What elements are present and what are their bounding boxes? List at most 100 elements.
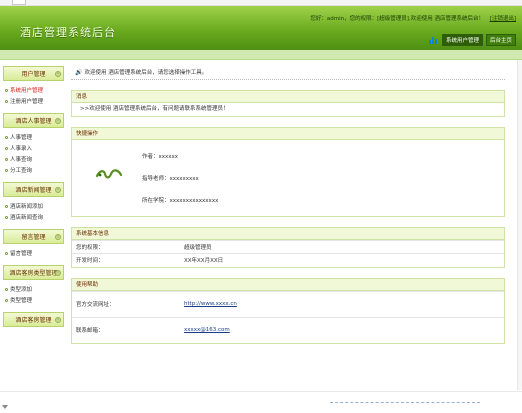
speaker-icon: 🔊 <box>75 69 83 76</box>
tab-home[interactable]: 后台主页 <box>485 34 516 46</box>
bullet-icon <box>5 288 8 291</box>
sidebar-item-type-manage[interactable]: 类型管理 <box>3 296 64 307</box>
sidebar-item-hr-entry[interactable]: 人事录入 <box>3 144 64 155</box>
tab-system-user[interactable]: 系统用户管理 <box>441 34 483 46</box>
sidebar-item-label: 酒店新闻添加 <box>10 204 44 210</box>
email-link[interactable]: xxxxx@163.com <box>184 327 230 333</box>
website-link[interactable]: http://www.xxxx.cn <box>184 301 237 307</box>
sidebar-section-room-types[interactable]: 酒店客房类型管理 ˄ <box>3 265 64 280</box>
section-title: 酒店新闻管理 <box>15 187 52 194</box>
table-row: 联系邮箱： xxxxx@163.com <box>72 316 504 343</box>
section-title: 用户管理 <box>21 71 46 78</box>
sidebar-section-hr[interactable]: 酒店人事管理 ˄ <box>3 113 64 128</box>
tab-stub <box>12 0 26 5</box>
section-title: 酒店客房类型管理 <box>9 270 58 277</box>
sidebar-item-system-users[interactable]: 系统用户管理 <box>3 86 64 97</box>
bullet-icon <box>5 299 8 302</box>
sysinfo-table: 您的权限： 超级管理员 开发时间： XX年XX月XX日 <box>72 240 504 267</box>
panel-title: 系统基本信息 <box>72 228 504 240</box>
sidebar-section-rooms[interactable]: 酒店客房管理 ˄ <box>3 312 64 327</box>
admin-page: 酒店管理系统后台 您好：admin，您的权限：[超级管理员],欢迎使用 酒店管理… <box>0 0 522 413</box>
user-info: 您好：admin，您的权限：[超级管理员],欢迎使用 酒店管理系统后台！ [注销… <box>310 14 516 22</box>
header-shadow-band <box>0 50 522 60</box>
bullet-icon <box>5 169 8 172</box>
sidebar-item-news-query[interactable]: 酒店新闻查询 <box>3 213 64 224</box>
user-role: 您的权限：[超级管理员],欢迎使用 酒店管理系统后台！ <box>349 16 484 22</box>
sidebar-item-registered-users[interactable]: 注册用户管理 <box>3 97 64 108</box>
help-table: 官方交流网址： http://www.xxxx.cn 联系邮箱： xxxxx@163… <box>72 290 504 343</box>
row-value: 超级管理员 <box>180 240 504 254</box>
sidebar: 用户管理 ˄ 系统用户管理 注册用户管理 酒店人事管理 ˄ 人事管理 人事录入 人事… <box>3 66 64 386</box>
app-header: 酒店管理系统后台 您好：admin，您的权限：[超级管理员],欢迎使用 酒店管理… <box>0 6 522 50</box>
sidebar-item-label: 分工查询 <box>10 168 33 174</box>
table-row: 您的权限： 超级管理员 <box>72 240 504 254</box>
chevron-up-icon[interactable]: ˄ <box>55 317 61 323</box>
horizontal-scrollbar[interactable] <box>0 391 522 413</box>
sidebar-item-label: 留言管理 <box>10 251 33 257</box>
spiral-logo-icon <box>95 169 123 179</box>
chevron-up-icon[interactable]: ˄ <box>55 118 61 124</box>
sidebar-section-users[interactable]: 用户管理 ˄ <box>3 66 64 81</box>
bullet-icon <box>5 136 8 139</box>
bullet-icon <box>5 158 8 161</box>
caret-down-icon <box>2 405 8 409</box>
sidebar-item-label: 酒店新闻查询 <box>10 215 44 221</box>
sidebar-item-label: 注册用户管理 <box>10 99 44 105</box>
welcome-bar: 🔊 欢迎使用 酒店管理系统后台，请您选择操作工具。 <box>71 66 505 80</box>
bullet-icon <box>5 89 8 92</box>
advisor-line: 指导老师：xxxxxxxxx <box>142 176 199 182</box>
table-row: 开发时间： XX年XX月XX日 <box>72 253 504 267</box>
message-panel: 消息 >>欢迎使用 酒店管理系统后台，有问题请联系系统管理员！ <box>71 90 505 117</box>
college-line: 所在学院：xxxxxxxxxxxxxxx <box>142 198 219 204</box>
sidebar-item-hr-query[interactable]: 人事查询 <box>3 155 64 166</box>
sysinfo-panel: 系统基本信息 您的权限： 超级管理员 开发时间： XX年XX月XX日 <box>71 227 505 268</box>
vertical-scrollbar[interactable] <box>517 60 522 390</box>
table-row: 官方交流网址： http://www.xxxx.cn <box>72 290 504 317</box>
welcome-text: 欢迎使用 酒店管理系统后台，请您选择操作工具。 <box>84 70 208 76</box>
message-text: >>欢迎使用 酒店管理系统后台，有问题请联系系统管理员！ <box>80 106 229 112</box>
contact-panel: 快捷操作 作者：xxxxxx 指导老师：xxxxxxxxx 所在学院：xxxxx… <box>71 127 505 217</box>
panel-title: 消息 <box>72 91 504 103</box>
sidebar-section-messages[interactable]: 留言管理 ˄ <box>3 229 64 244</box>
sidebar-item-type-add[interactable]: 类型添加 <box>3 285 64 296</box>
sidebar-item-label: 类型管理 <box>10 298 33 304</box>
app-title: 酒店管理系统后台 <box>20 26 116 39</box>
section-title: 留言管理 <box>21 234 46 241</box>
logout-link[interactable]: [注销退出] <box>490 16 516 22</box>
main-content: 🔊 欢迎使用 酒店管理系统后台，请您选择操作工具。 消息 >>欢迎使用 酒店管理系… <box>71 66 505 386</box>
sidebar-item-news-add[interactable]: 酒店新闻添加 <box>3 202 64 213</box>
header-tabs: 系统用户管理 后台主页 <box>428 34 516 46</box>
sidebar-item-task-query[interactable]: 分工查询 <box>3 166 64 177</box>
user-label: 您好： <box>310 16 327 22</box>
bullet-icon <box>5 205 8 208</box>
sidebar-section-news[interactable]: 酒店新闻管理 ˄ <box>3 182 64 197</box>
sidebar-item-message-manage[interactable]: 留言管理 <box>3 249 64 260</box>
row-value: XX年XX月XX日 <box>180 253 504 267</box>
chevron-up-icon[interactable]: ˄ <box>55 187 61 193</box>
author-line: 作者：xxxxxx <box>142 154 179 160</box>
chevron-up-icon[interactable]: ˄ <box>55 234 61 240</box>
bar-chart-icon <box>428 36 439 44</box>
sidebar-item-label: 类型添加 <box>10 287 33 293</box>
section-title: 酒店客房管理 <box>15 317 52 324</box>
bullet-icon <box>5 216 8 219</box>
sidebar-item-label: 人事查询 <box>10 157 33 163</box>
section-title: 酒店人事管理 <box>15 118 52 125</box>
scroll-track[interactable] <box>330 402 480 405</box>
row-key: 官方交流网址： <box>72 290 180 317</box>
row-key: 联系邮箱： <box>72 316 180 343</box>
row-key: 您的权限： <box>72 240 180 254</box>
bullet-icon <box>5 147 8 150</box>
help-panel: 使用帮助 官方交流网址： http://www.xxxx.cn 联系邮箱： xxxx… <box>71 277 505 344</box>
bullet-icon <box>5 252 8 255</box>
sidebar-item-label: 人事录入 <box>10 146 33 152</box>
sidebar-item-hr-manage[interactable]: 人事管理 <box>3 133 64 144</box>
panel-title: 快捷操作 <box>72 128 504 140</box>
bullet-icon <box>5 100 8 103</box>
sidebar-item-label: 人事管理 <box>10 135 33 141</box>
chevron-up-icon[interactable]: ˄ <box>55 71 61 77</box>
sidebar-item-label: 系统用户管理 <box>10 88 44 94</box>
row-key: 开发时间： <box>72 253 180 267</box>
chevron-up-icon[interactable]: ˄ <box>55 270 61 276</box>
panel-title: 使用帮助 <box>72 278 504 291</box>
